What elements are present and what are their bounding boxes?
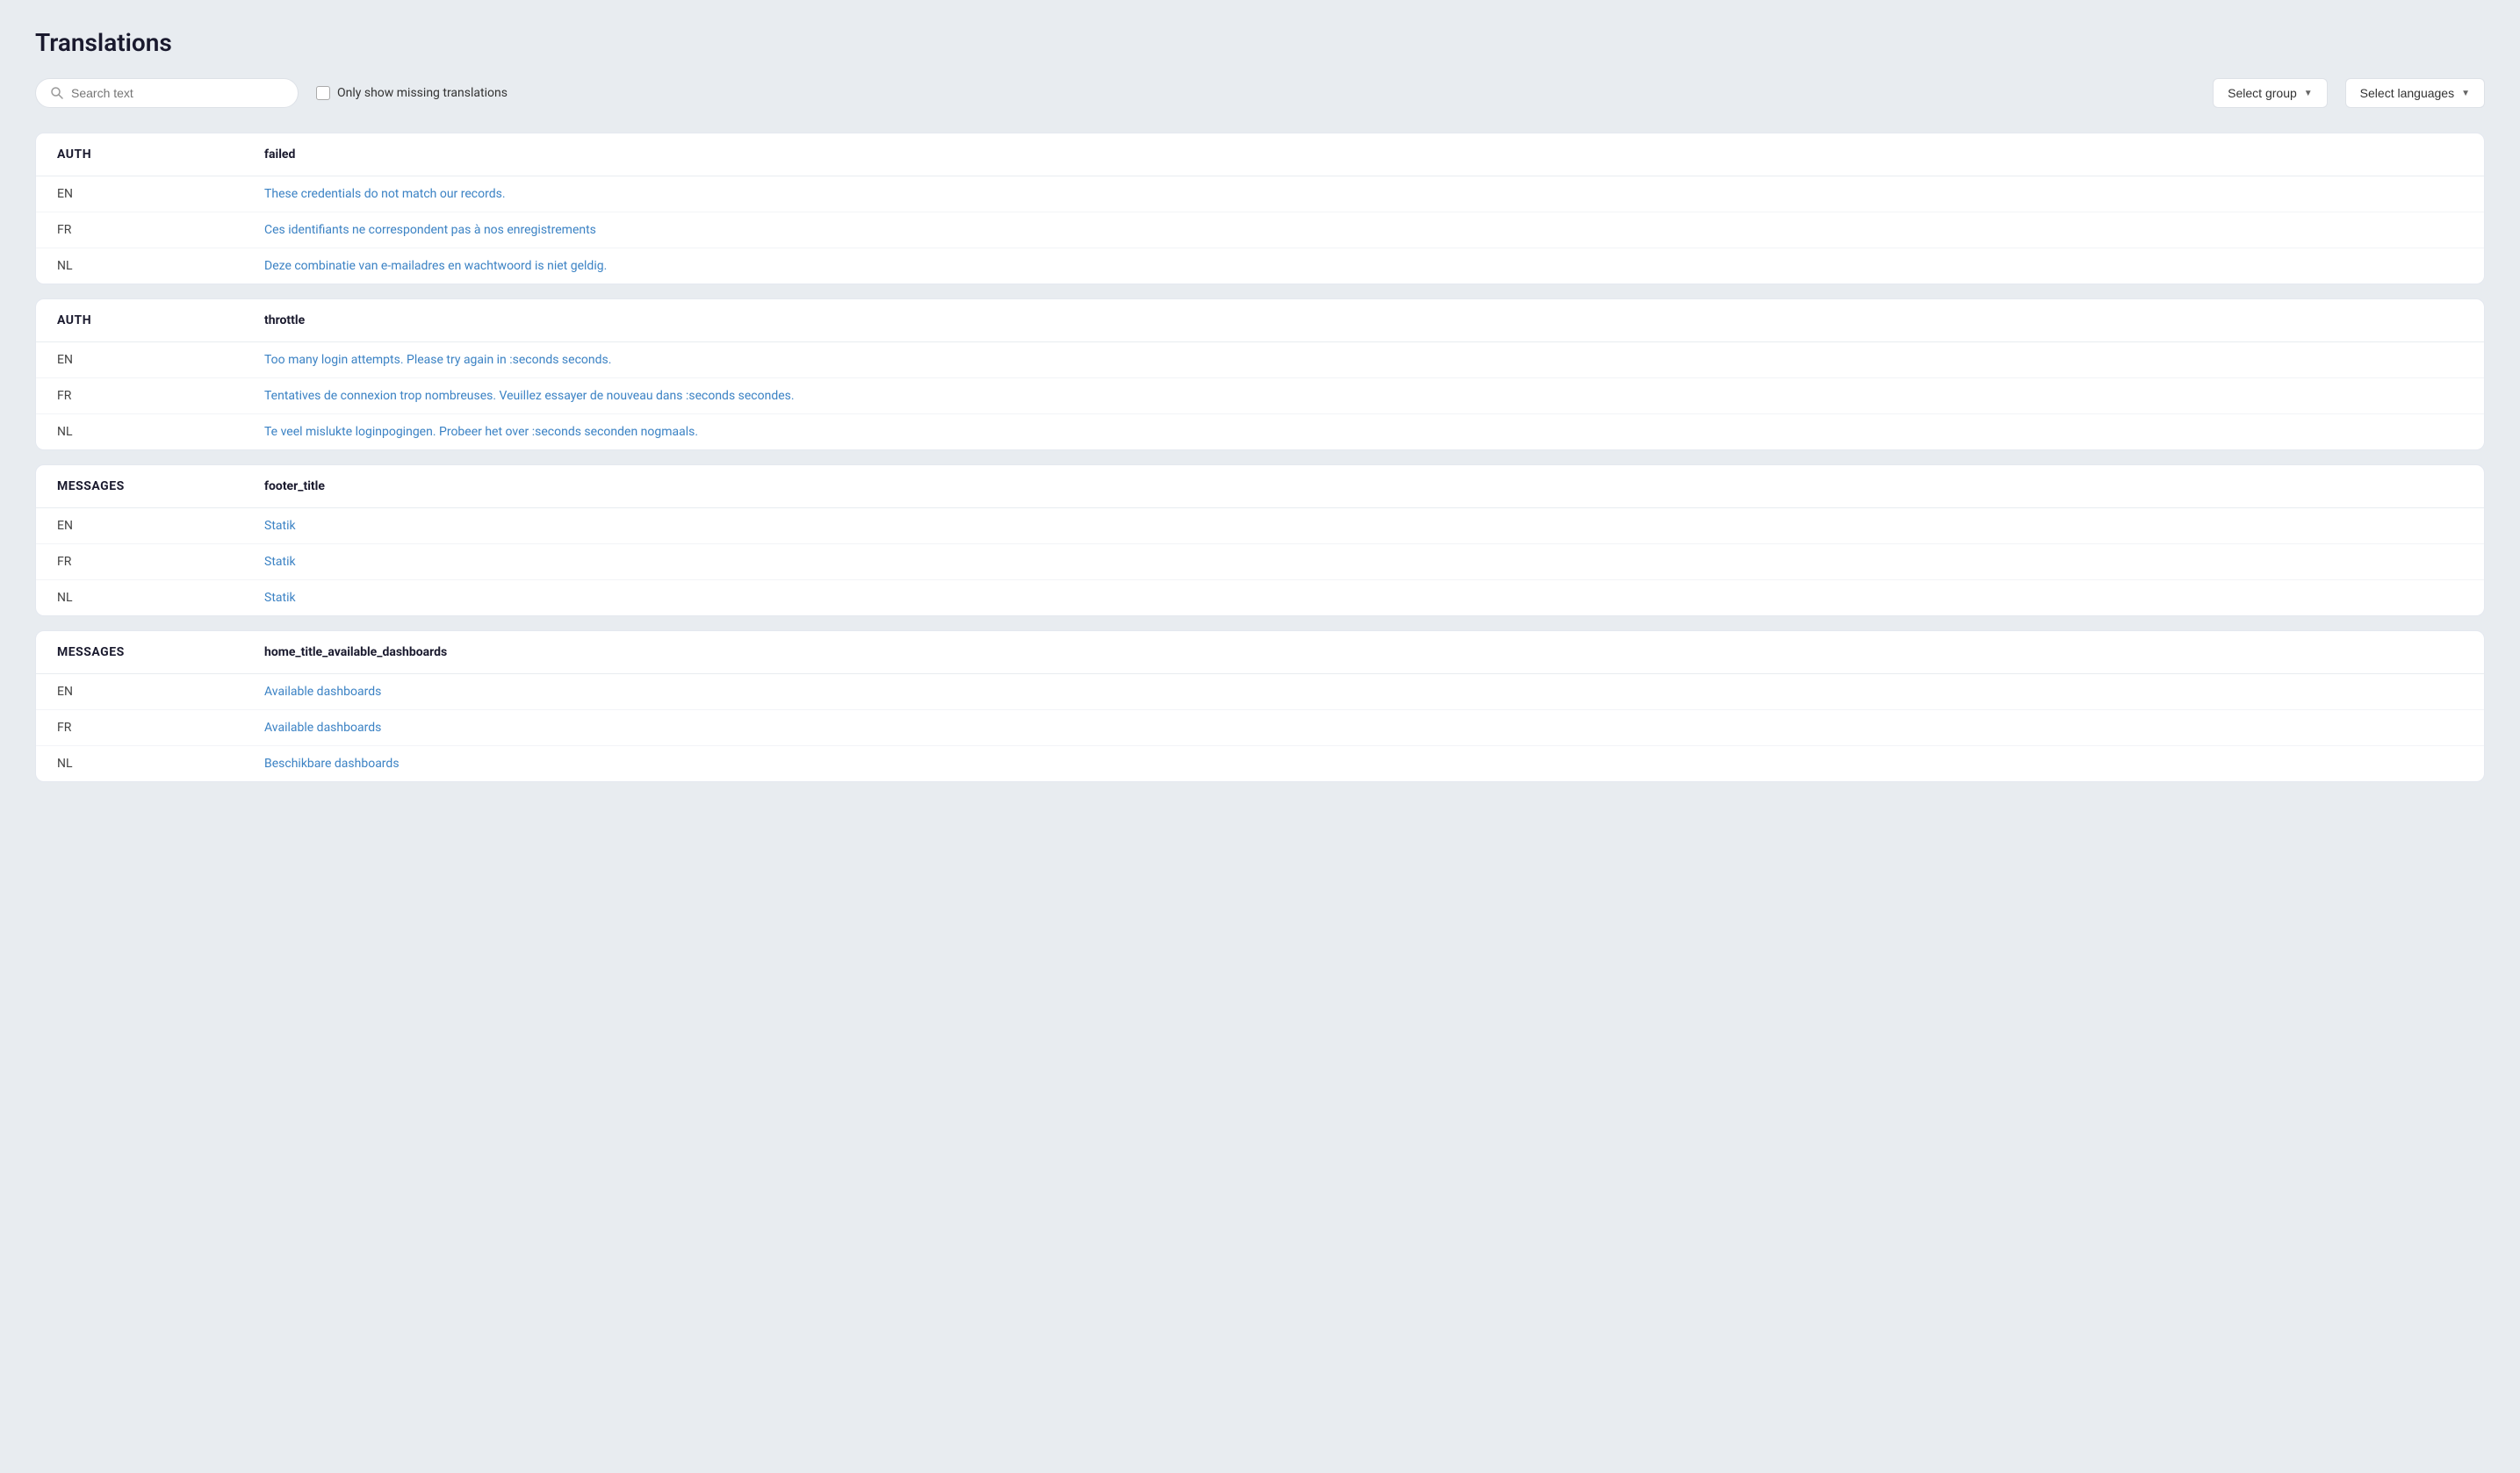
language-code: FR (57, 721, 250, 735)
card-header: AUTH throttle (36, 299, 2484, 342)
table-row: EN Statik (36, 508, 2484, 544)
search-input[interactable] (71, 86, 284, 100)
table-row: EN Too many login attempts. Please try ag… (36, 342, 2484, 378)
select-group-dropdown[interactable]: Select group ▼ (2213, 78, 2328, 108)
card-key-name: failed (264, 147, 2463, 162)
language-code: EN (57, 685, 250, 699)
table-row: FR Available dashboards (36, 710, 2484, 746)
cards-container: AUTH failed EN These credentials do not mat… (35, 133, 2485, 782)
translation-text[interactable]: Statik (264, 519, 2463, 533)
language-code: NL (57, 259, 250, 273)
search-icon (50, 86, 64, 100)
translation-text[interactable]: Ces identifiants ne correspondent pas à … (264, 223, 2463, 237)
search-wrapper (35, 78, 299, 108)
table-row: NL Beschikbare dashboards (36, 746, 2484, 781)
card-group-name: MESSAGES (57, 479, 250, 493)
table-row: FR Tentatives de connexion trop nombreuse… (36, 378, 2484, 414)
translation-text[interactable]: Statik (264, 555, 2463, 569)
translation-text[interactable]: Te veel mislukte loginpogingen. Probeer … (264, 425, 2463, 439)
language-code: NL (57, 757, 250, 771)
card-header: MESSAGES home_title_available_dashboards (36, 631, 2484, 674)
card-group-name: MESSAGES (57, 645, 250, 659)
table-row: EN These credentials do not match our rec… (36, 176, 2484, 212)
translation-card: MESSAGES footer_title EN Statik FR Statik NL St… (35, 464, 2485, 616)
select-languages-dropdown[interactable]: Select languages ▼ (2345, 78, 2485, 108)
language-code: FR (57, 555, 250, 569)
card-group-name: AUTH (57, 147, 250, 162)
language-code: FR (57, 223, 250, 237)
toolbar: Only show missing translations Select gr… (35, 78, 2485, 108)
missing-translations-checkbox[interactable] (316, 86, 330, 100)
page-title: Translations (35, 28, 2485, 57)
card-key-name: home_title_available_dashboards (264, 645, 2463, 659)
language-code: FR (57, 389, 250, 403)
card-header: MESSAGES footer_title (36, 465, 2484, 508)
language-code: EN (57, 519, 250, 533)
table-row: NL Te veel mislukte loginpogingen. Probee… (36, 414, 2484, 449)
language-code: EN (57, 187, 250, 201)
select-group-label: Select group (2228, 86, 2297, 100)
card-key-name: footer_title (264, 479, 2463, 493)
language-code: NL (57, 591, 250, 605)
translation-card: MESSAGES home_title_available_dashboards E… (35, 630, 2485, 782)
translation-text[interactable]: These credentials do not match our recor… (264, 187, 2463, 201)
language-code: NL (57, 425, 250, 439)
translation-text[interactable]: Deze combinatie van e-mailadres en wacht… (264, 259, 2463, 273)
translation-text[interactable]: Available dashboards (264, 685, 2463, 699)
table-row: FR Statik (36, 544, 2484, 580)
translation-text[interactable]: Beschikbare dashboards (264, 757, 2463, 771)
card-group-name: AUTH (57, 313, 250, 327)
table-row: NL Deze combinatie van e-mailadres en wac… (36, 248, 2484, 284)
chevron-down-icon: ▼ (2304, 89, 2313, 98)
missing-translations-checkbox-label[interactable]: Only show missing translations (316, 86, 508, 100)
table-row: NL Statik (36, 580, 2484, 615)
checkbox-label-text: Only show missing translations (337, 86, 508, 100)
translation-card: AUTH failed EN These credentials do not mat… (35, 133, 2485, 284)
translation-text[interactable]: Statik (264, 591, 2463, 605)
language-code: EN (57, 353, 250, 367)
chevron-down-icon: ▼ (2461, 89, 2470, 98)
translation-card: AUTH throttle EN Too many login attempts. P… (35, 298, 2485, 450)
translation-text[interactable]: Available dashboards (264, 721, 2463, 735)
card-header: AUTH failed (36, 133, 2484, 176)
translation-text[interactable]: Tentatives de connexion trop nombreuses.… (264, 389, 2463, 403)
select-languages-label: Select languages (2360, 86, 2454, 100)
card-key-name: throttle (264, 313, 2463, 327)
table-row: FR Ces identifiants ne correspondent pas … (36, 212, 2484, 248)
translation-text[interactable]: Too many login attempts. Please try agai… (264, 353, 2463, 367)
table-row: EN Available dashboards (36, 674, 2484, 710)
